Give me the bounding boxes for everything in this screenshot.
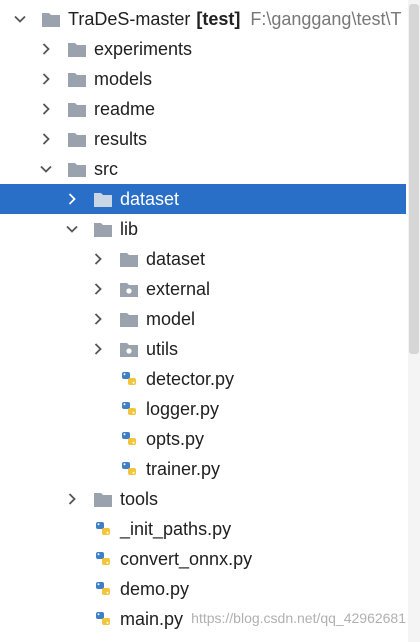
folder-icon [92, 189, 114, 209]
chevron-right-icon[interactable] [40, 73, 52, 85]
chevron-right-icon[interactable] [92, 313, 104, 325]
module-tag: [test] [196, 9, 241, 29]
tree-row-opts-py[interactable]: opts.py [0, 424, 406, 454]
tree-item-label: src [94, 159, 118, 179]
tree-item-label: convert_onnx.py [120, 549, 253, 569]
tree-item-label: dataset [120, 189, 180, 209]
python-file-icon [118, 429, 140, 449]
scrollbar-thumb[interactable] [409, 4, 419, 354]
tree-item-label: dataset [146, 249, 206, 269]
tree-item-label: tools [120, 489, 159, 509]
chevron-right-icon[interactable] [40, 133, 52, 145]
folder-icon [92, 489, 114, 509]
tree-row-tools[interactable]: tools [0, 484, 406, 514]
tree-row-results[interactable]: results [0, 124, 406, 154]
python-file-icon [118, 459, 140, 479]
tree-row-detector-py[interactable]: detector.py [0, 364, 406, 394]
chevron-right-icon[interactable] [92, 253, 104, 265]
python-file-icon [92, 549, 114, 569]
folder-icon [118, 309, 140, 329]
tree-row-root[interactable]: TraDeS-master [test] F:\ganggang\test\T [0, 4, 406, 34]
tree-row-src-dataset[interactable]: dataset [0, 184, 406, 214]
project-name: TraDeS-master [68, 9, 191, 29]
tree-row-init-paths-py[interactable]: _init_paths.py [0, 514, 406, 544]
python-file-icon [92, 519, 114, 539]
tree-item-label: logger.py [146, 399, 220, 419]
chevron-right-icon[interactable] [40, 103, 52, 115]
tree-row-logger-py[interactable]: logger.py [0, 394, 406, 424]
folder-icon [66, 39, 88, 59]
tree-row-experiments[interactable]: experiments [0, 34, 406, 64]
folder-icon [66, 69, 88, 89]
project-tree: TraDeS-master [test] F:\ganggang\test\T … [0, 0, 420, 642]
tree-row-trainer-py[interactable]: trainer.py [0, 454, 406, 484]
chevron-right-icon[interactable] [66, 493, 78, 505]
folder-icon [40, 9, 62, 29]
tree-row-lib-dataset[interactable]: dataset [0, 244, 406, 274]
python-file-icon [92, 609, 114, 629]
tree-item-label: lib [120, 219, 139, 239]
tree-item-label: main.py [120, 609, 184, 629]
tree-item-label: _init_paths.py [120, 519, 232, 539]
folder-icon [92, 219, 114, 239]
chevron-down-icon[interactable] [66, 223, 78, 235]
tree-item-label: utils [146, 339, 179, 359]
folder-icon [66, 99, 88, 119]
chevron-right-icon[interactable] [66, 193, 78, 205]
tree-row-external[interactable]: external [0, 274, 406, 304]
tree-item-label: results [94, 129, 148, 149]
tree-item-label: trainer.py [146, 459, 221, 479]
python-file-icon [118, 369, 140, 389]
chevron-right-icon[interactable] [40, 43, 52, 55]
tree-item-label: models [94, 69, 153, 89]
tree-row-convert-onnx-py[interactable]: convert_onnx.py [0, 544, 406, 574]
chevron-down-icon[interactable] [14, 13, 26, 25]
folder-icon [66, 159, 88, 179]
package-folder-icon [118, 279, 140, 299]
folder-icon [118, 249, 140, 269]
chevron-right-icon[interactable] [92, 283, 104, 295]
python-file-icon [92, 579, 114, 599]
tree-row-lib[interactable]: lib [0, 214, 406, 244]
tree-row-src[interactable]: src [0, 154, 406, 184]
tree-row-models[interactable]: models [0, 64, 406, 94]
chevron-right-icon[interactable] [92, 343, 104, 355]
watermark: https://blog.csdn.net/qq_42962681 [191, 610, 406, 626]
tree-row-demo-py[interactable]: demo.py [0, 574, 406, 604]
tree-row-utils[interactable]: utils [0, 334, 406, 364]
tree-item-label: demo.py [120, 579, 190, 599]
package-folder-icon [118, 339, 140, 359]
tree-item-label: readme [94, 99, 156, 119]
tree-row-readme[interactable]: readme [0, 94, 406, 124]
tree-item-label: opts.py [146, 429, 205, 449]
tree-item-label: detector.py [146, 369, 235, 389]
folder-icon [66, 129, 88, 149]
python-file-icon [118, 399, 140, 419]
tree-item-label: experiments [94, 39, 193, 59]
tree-item-label: external [146, 279, 211, 299]
vertical-scrollbar[interactable] [408, 0, 420, 642]
tree-item-label: model [146, 309, 196, 329]
chevron-down-icon[interactable] [40, 163, 52, 175]
tree-row-model[interactable]: model [0, 304, 406, 334]
project-path: F:\ganggang\test\T [250, 9, 402, 29]
